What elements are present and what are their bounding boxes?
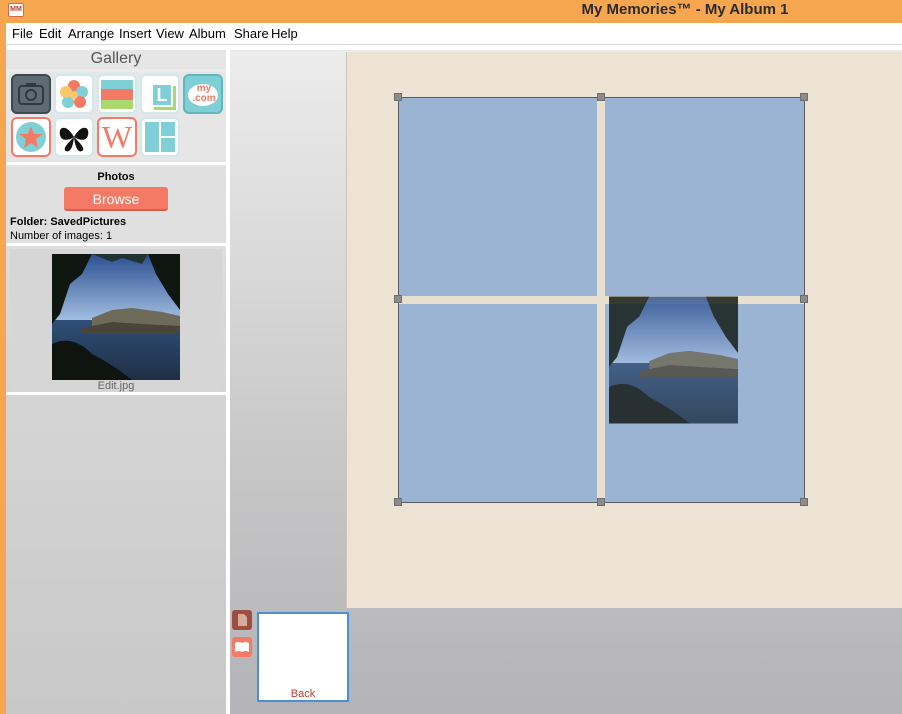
frame-cell[interactable] [399,304,597,502]
page-thumbnail-label: Back [290,688,316,700]
thumbnail-caption: Edit.jpg [97,380,135,392]
page-view-button[interactable] [232,610,252,630]
photos-section: Photos Browse Folder: SavedPictures Numb… [6,167,226,243]
menu-edit[interactable]: Edit [39,26,61,41]
resize-handle-bottom-right[interactable] [800,498,808,506]
window-title: My Memories™ - My Album 1 [581,1,789,18]
photos-label: Photos [97,171,135,183]
photo-thumbnail-card[interactable]: Edit.jpg [10,249,222,392]
resize-handle-top-left[interactable] [394,93,402,101]
panel-separator [6,392,226,395]
menu-bar: File Edit Arrange Insert View Album Shar… [6,23,902,45]
main-area: Gallery L my .com W Photos Browse Folder… [6,45,902,714]
menu-insert[interactable]: Insert [119,26,152,41]
menu-help[interactable]: Help [271,26,298,41]
menu-view[interactable]: View [156,26,184,41]
mycom-icon[interactable]: my .com [183,74,223,114]
flower-icon[interactable] [54,74,94,114]
panel-separator [6,162,226,165]
gallery-grid: L my .com W [9,72,225,160]
menu-file[interactable]: File [12,26,33,41]
resize-handle-middle-left[interactable] [394,295,402,303]
resize-handle-top-right[interactable] [800,93,808,101]
page-thumbnail-back[interactable]: Back [257,612,349,702]
photo-thumbnail[interactable] [52,254,180,380]
folder-label: Folder: SavedPictures [10,216,127,228]
menu-album[interactable]: Album [189,26,226,41]
title-bar: MM My Memories™ - My Album 1 [0,0,902,23]
frame-cell[interactable] [399,98,597,296]
app-icon[interactable]: MM [8,3,24,17]
workspace: Back [230,50,902,714]
menu-share[interactable]: Share [234,26,269,41]
letter-w-icon[interactable]: W [97,117,137,157]
browse-button[interactable]: Browse [64,187,168,211]
album-page-canvas[interactable] [346,52,902,608]
stripes-icon[interactable] [97,74,137,114]
menu-arrange[interactable]: Arrange [68,26,114,41]
resize-handle-top-center[interactable] [597,93,605,101]
star-icon[interactable] [11,117,51,157]
letter-l-text: L [151,83,173,107]
grid-frame[interactable] [398,97,805,503]
mycom-text: my .com [192,83,216,104]
page-icon [238,614,247,626]
placed-photo[interactable] [609,296,738,424]
butterfly-icon[interactable] [54,117,94,157]
frame-cell[interactable] [605,98,804,296]
spread-view-button[interactable] [232,637,252,657]
left-panel: Gallery L my .com W Photos Browse Folder… [6,50,226,714]
resize-handle-middle-right[interactable] [800,295,808,303]
layout-icon[interactable] [140,117,180,157]
resize-handle-bottom-center[interactable] [597,498,605,506]
resize-handle-bottom-left[interactable] [394,498,402,506]
letter-l-icon[interactable]: L [140,74,180,114]
open-book-icon [235,642,249,652]
panel-separator [6,243,226,246]
gallery-title: Gallery [6,50,226,69]
image-count-label: Number of images: 1 [10,230,113,242]
camera-icon[interactable] [11,74,51,114]
